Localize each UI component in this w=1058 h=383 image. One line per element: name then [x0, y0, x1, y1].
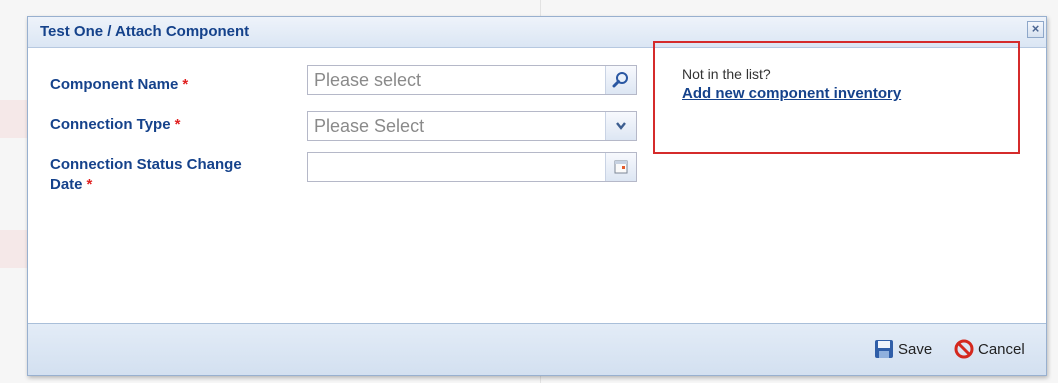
required-marker: *: [182, 76, 189, 93]
required-marker: *: [174, 116, 181, 133]
component-name-label: Component Name *: [50, 75, 188, 95]
save-button[interactable]: Save: [874, 339, 932, 359]
connection-type-label: Connection Type *: [50, 115, 180, 135]
status-change-date-label-line2: Date: [50, 176, 83, 193]
cancel-label: Cancel: [978, 340, 1025, 358]
background-row: [0, 230, 28, 268]
save-icon: [875, 340, 893, 358]
chevron-down-icon: [616, 122, 626, 130]
date-picker-button[interactable]: [605, 153, 636, 181]
status-change-date-input[interactable]: [308, 153, 604, 181]
add-new-component-inventory-link[interactable]: Add new component inventory: [682, 85, 901, 102]
dialog-title: Test One / Attach Component: [40, 23, 250, 40]
connection-type-label-text: Connection Type: [50, 116, 171, 133]
not-in-list-text: Not in the list?: [682, 66, 771, 82]
status-change-date-label-line1: Connection Status Change: [50, 156, 242, 173]
save-label: Save: [898, 340, 933, 358]
component-name-input[interactable]: [308, 66, 604, 94]
connection-type-dropdown-button[interactable]: [605, 112, 636, 140]
required-marker: *: [86, 176, 93, 193]
background-row: [0, 100, 28, 138]
close-button[interactable]: ×: [1027, 21, 1044, 38]
attach-component-dialog: Test One / Attach Component × Component …: [27, 16, 1047, 376]
connection-type-input[interactable]: [308, 112, 604, 140]
close-icon: ×: [1031, 21, 1040, 36]
add-inventory-callout: Not in the list? Add new component inven…: [653, 41, 1020, 154]
component-name-field: [307, 65, 637, 95]
component-name-label-text: Component Name: [50, 76, 179, 93]
cancel-icon: [954, 339, 974, 359]
connection-type-select[interactable]: [307, 111, 637, 141]
dialog-footer: Save Cancel: [28, 323, 1046, 375]
status-change-date-field: [307, 152, 637, 182]
status-change-date-label: Connection Status Change Date *: [50, 155, 242, 195]
search-icon: [612, 72, 628, 88]
calendar-icon: [614, 160, 628, 174]
cancel-button[interactable]: Cancel: [954, 339, 1025, 359]
component-name-search-button[interactable]: [605, 66, 636, 94]
